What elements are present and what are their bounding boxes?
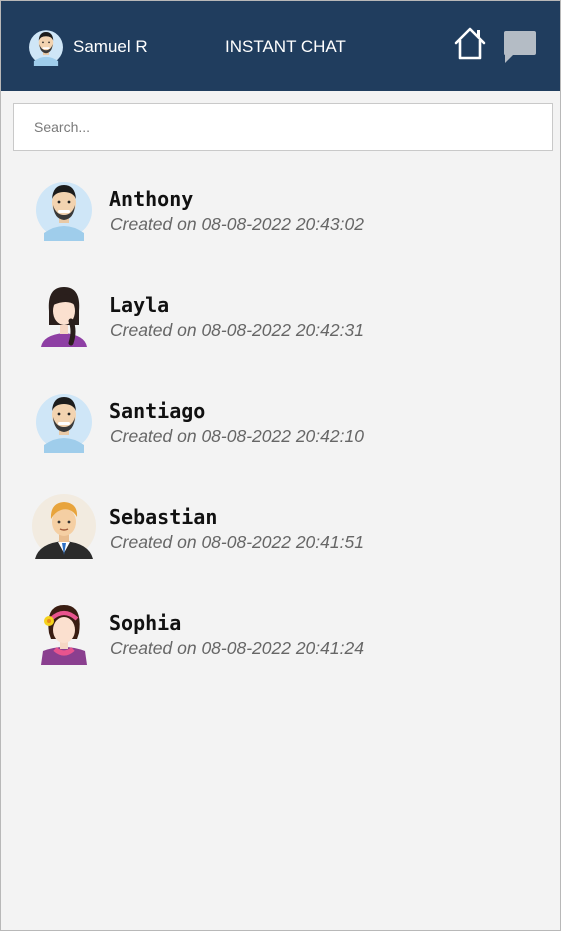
contact-created-date: Created on 08-08-2022 20:42:31 [110,320,364,340]
list-item[interactable]: Sebastian Created on 08-08-2022 20:41:51 [1,479,560,585]
contact-name: Anthony [109,187,194,211]
contact-name: Sebastian [109,505,218,529]
contact-name: Sophia [109,611,182,635]
list-item[interactable]: Sophia Created on 08-08-2022 20:41:24 [1,585,560,691]
man-suit-avatar [31,493,97,559]
contact-created-date: Created on 08-08-2022 20:41:24 [110,638,364,658]
list-item[interactable]: Anthony Created on 08-08-2022 20:43:02 [1,161,560,267]
list-item[interactable]: Santiago Created on 08-08-2022 20:42:10 [1,373,560,479]
app-header: Samuel R INSTANT CHAT [1,1,560,91]
home-icon[interactable] [452,25,488,61]
woman-flower-avatar [31,599,97,665]
contact-created-date: Created on 08-08-2022 20:42:10 [110,426,364,446]
contact-name: Layla [109,293,170,317]
man-beard-avatar [31,387,97,453]
app-title: INSTANT CHAT [225,37,346,56]
contact-created-date: Created on 08-08-2022 20:43:02 [110,214,364,234]
woman-braid-avatar [31,281,97,347]
list-item[interactable]: Layla Created on 08-08-2022 20:42:31 [1,267,560,373]
search-input[interactable] [14,104,552,150]
man-beard-avatar [31,175,97,241]
chat-bubble-icon[interactable] [501,30,537,64]
contact-name: Santiago [109,399,206,423]
app-frame: Samuel R INSTANT CHAT Anthony Created on… [0,0,561,931]
current-user-name: Samuel R [73,37,148,56]
user-avatar[interactable] [26,26,66,66]
search-box [13,103,553,151]
contact-list: Anthony Created on 08-08-2022 20:43:02 L… [1,161,560,691]
contact-created-date: Created on 08-08-2022 20:41:51 [110,532,364,552]
